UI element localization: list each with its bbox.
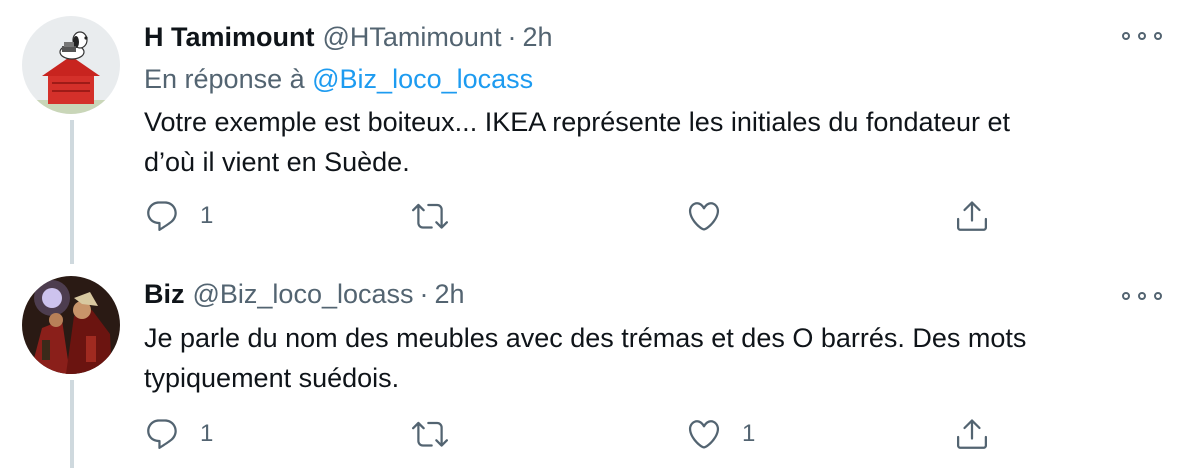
author-name[interactable]: H Tamimount — [144, 22, 315, 52]
reply-count: 1 — [200, 420, 214, 447]
like-button[interactable] — [686, 196, 742, 236]
tweet[interactable]: H Tamimount @HTamimount · 2h En réponse à @… — [0, 0, 1182, 264]
heart-icon — [688, 202, 720, 231]
more-options-icon[interactable] — [1122, 26, 1162, 46]
thread-line — [70, 120, 74, 264]
reply-icon — [147, 201, 177, 231]
author-name[interactable]: Biz — [144, 279, 185, 309]
avatar[interactable] — [22, 16, 120, 114]
author-handle[interactable]: @HTamimount — [323, 22, 502, 52]
reply-mention-link[interactable]: @Biz_loco_locass — [312, 64, 533, 94]
photo-avatar — [22, 276, 120, 374]
tweet-header: Biz @Biz_loco_locass · 2h — [144, 274, 465, 314]
like-count: 1 — [742, 420, 756, 447]
author-handle[interactable]: @Biz_loco_locass — [193, 279, 414, 309]
separator: · — [419, 279, 429, 309]
avatar[interactable] — [22, 276, 120, 374]
reply-button[interactable]: 1 — [144, 196, 213, 236]
reply-icon — [147, 419, 177, 449]
retweet-icon — [412, 421, 448, 447]
reply-button[interactable]: 1 — [144, 414, 213, 454]
like-button[interactable]: 1 — [686, 414, 755, 454]
thread-line — [70, 380, 74, 468]
separator: · — [507, 22, 517, 52]
share-button[interactable] — [954, 414, 990, 454]
share-icon — [957, 419, 987, 449]
share-icon — [957, 201, 987, 231]
more-options-icon[interactable] — [1122, 286, 1162, 306]
tweet-text: Votre exemple est boiteux... IKEA représ… — [144, 102, 1154, 182]
heart-icon — [688, 420, 720, 449]
reply-prefix: En réponse à — [144, 64, 305, 94]
timestamp[interactable]: 2h — [435, 279, 465, 309]
action-bar: 1 — [144, 196, 1164, 236]
reply-context: En réponse à @Biz_loco_locass — [144, 60, 533, 98]
reply-count: 1 — [200, 202, 214, 229]
retweet-icon — [412, 203, 448, 229]
tweet[interactable]: Biz @Biz_loco_locass · 2h Je parle du nom d… — [0, 264, 1182, 468]
timestamp[interactable]: 2h — [522, 22, 552, 52]
tweet-header: H Tamimount @HTamimount · 2h — [144, 17, 553, 57]
tweet-text-line: Je parle du nom des meubles avec des tré… — [144, 323, 1027, 353]
tweet-text-line: typiquement suédois. — [144, 363, 400, 393]
tweet-text-line: Votre exemple est boiteux... IKEA représ… — [144, 107, 1011, 137]
retweet-button[interactable] — [412, 414, 468, 454]
tweet-text: Je parle du nom des meubles avec des tré… — [144, 318, 1154, 398]
share-button[interactable] — [954, 196, 990, 236]
tweet-text-line: d’où il vient en Suède. — [144, 147, 410, 177]
retweet-button[interactable] — [412, 196, 468, 236]
snoopy-doghouse-avatar — [22, 16, 120, 114]
action-bar: 1 1 — [144, 414, 1164, 454]
